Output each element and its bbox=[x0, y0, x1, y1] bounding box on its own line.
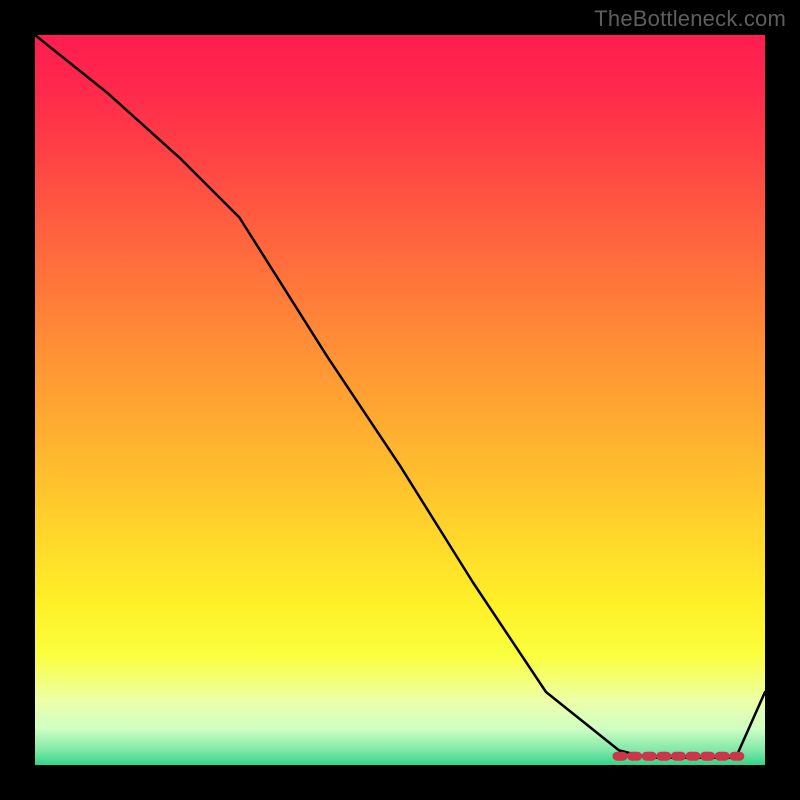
optimal-marker bbox=[642, 752, 656, 760]
watermark-text: TheBottleneck.com bbox=[594, 6, 786, 32]
optimal-marker bbox=[657, 752, 671, 760]
plot-area bbox=[35, 35, 765, 765]
optimal-marker bbox=[715, 752, 729, 760]
curve-layer bbox=[35, 35, 765, 765]
optimal-marker bbox=[671, 752, 685, 760]
optimal-marker bbox=[628, 752, 642, 760]
optimal-marker bbox=[701, 752, 715, 760]
chart-frame: TheBottleneck.com bbox=[0, 0, 800, 800]
optimal-marker bbox=[686, 752, 700, 760]
optimal-marker bbox=[730, 752, 744, 760]
optimal-markers bbox=[613, 752, 744, 760]
bottleneck-curve bbox=[35, 35, 765, 758]
optimal-marker bbox=[613, 752, 627, 760]
